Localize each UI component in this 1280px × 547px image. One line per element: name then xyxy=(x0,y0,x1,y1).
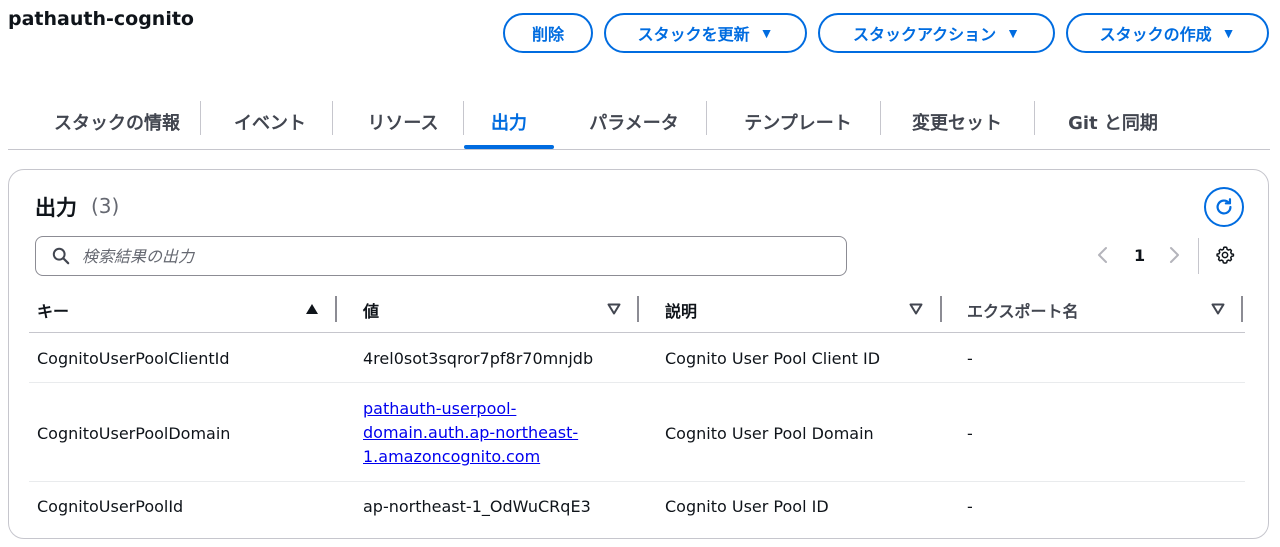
tab-change-sets[interactable]: 変更セット xyxy=(892,95,1022,149)
tab-events[interactable]: イベント xyxy=(208,95,332,149)
output-export-name: - xyxy=(967,497,973,516)
output-key: CognitoUserPoolDomain xyxy=(37,424,231,443)
row-divider xyxy=(29,481,1245,482)
pager-divider xyxy=(1198,238,1199,274)
caret-down-icon: ▼ xyxy=(1006,25,1021,41)
link-line: domain.auth.ap-northeast- xyxy=(363,423,579,442)
tab-label: リソース xyxy=(367,113,439,134)
output-description: Cognito User Pool Client ID xyxy=(665,349,881,368)
refresh-button[interactable] xyxy=(1204,187,1244,227)
update-stack-label: スタックを更新 xyxy=(637,27,750,44)
outputs-panel: 出力 (3) 1 キー 値 説 xyxy=(8,169,1269,539)
column-header-key[interactable]: キー xyxy=(37,298,69,322)
tab-divider xyxy=(1034,101,1035,135)
column-resizer[interactable] xyxy=(1241,296,1243,322)
panel-title: 出力 xyxy=(35,196,77,220)
column-header-description[interactable]: 説明 xyxy=(665,298,697,322)
tab-label: 変更セット xyxy=(912,113,1002,134)
output-export-name: - xyxy=(967,424,973,443)
stack-actions-button[interactable]: スタックアクション ▼ xyxy=(818,13,1055,53)
tab-label: パラメータ xyxy=(589,113,679,134)
refresh-icon xyxy=(1216,198,1232,215)
create-stack-label: スタックの作成 xyxy=(1099,27,1212,44)
tab-divider xyxy=(706,101,707,135)
link-line: pathauth-userpool- xyxy=(363,399,517,418)
output-description: Cognito User Pool Domain xyxy=(665,424,874,443)
column-header-export-name[interactable]: エクスポート名 xyxy=(967,298,1079,322)
search-icon xyxy=(52,247,70,265)
tab-git-sync[interactable]: Git と同期 xyxy=(1048,95,1178,149)
gear-icon[interactable] xyxy=(1215,245,1235,265)
caret-down-outline-icon[interactable] xyxy=(909,303,923,315)
output-value: 4rel0sot3sqror7pf8r70mnjdb xyxy=(363,349,594,368)
output-key: CognitoUserPoolClientId xyxy=(37,349,230,368)
chevron-left-icon[interactable] xyxy=(1096,246,1110,264)
caret-up-filled-icon[interactable] xyxy=(305,303,319,315)
search-box xyxy=(35,236,847,276)
chevron-right-icon[interactable] xyxy=(1167,246,1181,264)
update-stack-button[interactable]: スタックを更新 ▼ xyxy=(604,13,807,53)
output-key: CognitoUserPoolId xyxy=(37,497,184,516)
create-stack-button[interactable]: スタックの作成 ▼ xyxy=(1066,13,1269,53)
tab-label: 出力 xyxy=(491,113,527,134)
tab-template[interactable]: テンプレート xyxy=(718,95,878,149)
caret-down-outline-icon[interactable] xyxy=(1211,303,1225,315)
tab-label: イベント xyxy=(234,113,306,134)
tab-label: スタックの情報 xyxy=(54,113,180,134)
tab-stack-info[interactable]: スタックの情報 xyxy=(34,95,200,149)
search-input[interactable] xyxy=(80,245,824,267)
stack-actions-label: スタックアクション xyxy=(852,27,997,44)
tab-divider xyxy=(880,101,881,135)
page-number[interactable]: 1 xyxy=(1134,246,1145,265)
tab-label: Git と同期 xyxy=(1068,113,1158,134)
output-export-name: - xyxy=(967,349,973,368)
stack-title: pathauth-cognito xyxy=(8,8,194,30)
column-header-value[interactable]: 値 xyxy=(363,298,379,322)
column-resizer[interactable] xyxy=(637,296,639,322)
tab-bar: スタックの情報 イベント リソース 出力 パラメータ テンプレート 変更セット … xyxy=(8,95,1270,150)
delete-button[interactable]: 削除 xyxy=(503,13,593,53)
output-value-link[interactable]: pathauth-userpool- domain.auth.ap-northe… xyxy=(363,397,613,469)
delete-label: 削除 xyxy=(531,27,564,44)
link-line: 1.amazoncognito.com xyxy=(363,447,541,466)
tab-divider xyxy=(332,101,333,135)
column-resizer[interactable] xyxy=(940,296,942,322)
caret-down-outline-icon[interactable] xyxy=(607,303,621,315)
tab-label: テンプレート xyxy=(744,113,852,134)
tab-parameters[interactable]: パラメータ xyxy=(568,95,700,149)
caret-down-icon: ▼ xyxy=(759,25,774,41)
output-count: (3) xyxy=(91,194,120,218)
column-resizer[interactable] xyxy=(335,296,337,322)
caret-down-icon: ▼ xyxy=(1221,25,1236,41)
tab-outputs[interactable]: 出力 xyxy=(464,95,554,149)
output-value: ap-northeast-1_OdWuCRqE3 xyxy=(363,497,591,516)
tab-divider xyxy=(200,101,201,135)
row-divider xyxy=(29,382,1245,383)
output-description: Cognito User Pool ID xyxy=(665,497,829,516)
tab-resources[interactable]: リソース xyxy=(343,95,463,149)
table-header-divider xyxy=(29,332,1245,333)
